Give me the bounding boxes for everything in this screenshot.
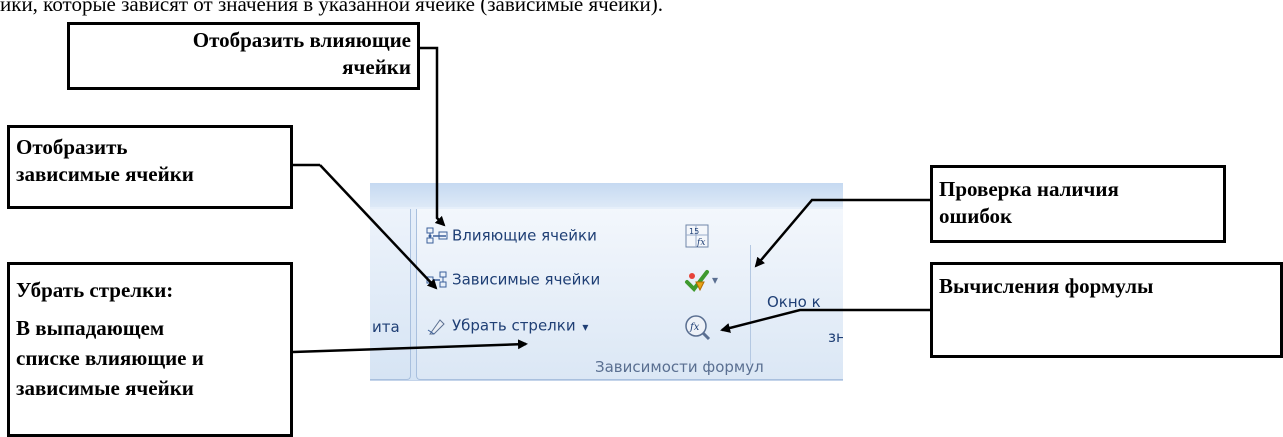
callout-arrows: [292, 46, 930, 354]
arrow-evaluate-formula: [720, 308, 930, 333]
arrow-error-checking: [754, 198, 930, 268]
arrow-trace-dependents-diag: [319, 164, 438, 290]
arrow-trace-precedents: [420, 46, 446, 227]
arrow-remove-arrows: [292, 339, 528, 354]
